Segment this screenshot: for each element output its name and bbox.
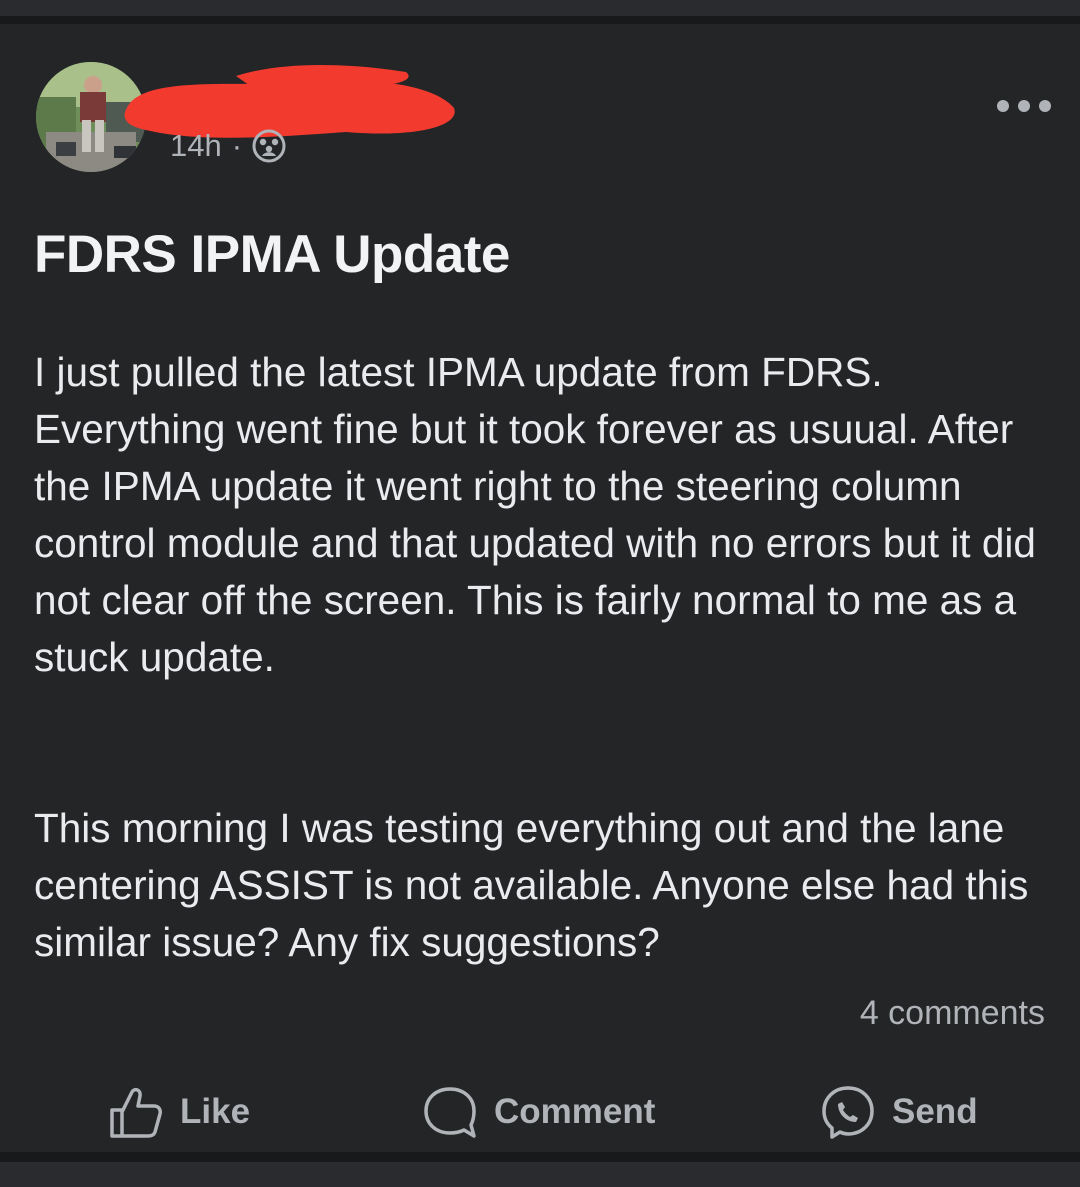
post-card: 14h · FDRS IPMA Update I just pulled the… xyxy=(0,24,1080,1152)
like-button[interactable]: Like xyxy=(108,1082,250,1142)
post-body: I just pulled the latest IPMA update fro… xyxy=(34,344,1044,971)
post-paragraph: I just pulled the latest IPMA update fro… xyxy=(34,349,1036,680)
post-time[interactable]: 14h xyxy=(170,128,222,164)
like-label: Like xyxy=(180,1092,251,1131)
more-options-button[interactable] xyxy=(992,86,1056,126)
send-button[interactable]: Send xyxy=(820,1082,978,1142)
next-post-edge xyxy=(0,1162,1080,1187)
more-dots-icon xyxy=(997,100,1051,112)
post-meta: 14h · xyxy=(170,126,286,166)
post-paragraph: This morning I was testing everything ou… xyxy=(34,805,1029,965)
send-label: Send xyxy=(892,1092,978,1131)
post-title: FDRS IPMA Update xyxy=(34,225,510,284)
meta-separator: · xyxy=(231,128,243,163)
thumbs-up-icon xyxy=(110,1087,162,1138)
comments-count-link[interactable]: 4 comments xyxy=(860,994,1045,1033)
messenger-icon xyxy=(822,1086,874,1139)
screenshot-page: 14h · FDRS IPMA Update I just pulled the… xyxy=(0,0,1080,1187)
name-redaction xyxy=(124,65,455,138)
comment-bubble-icon xyxy=(424,1087,476,1138)
previous-post-edge xyxy=(0,0,1080,16)
group-icon xyxy=(252,129,286,163)
comment-label: Comment xyxy=(494,1092,656,1131)
comment-button[interactable]: Comment xyxy=(422,1082,655,1142)
